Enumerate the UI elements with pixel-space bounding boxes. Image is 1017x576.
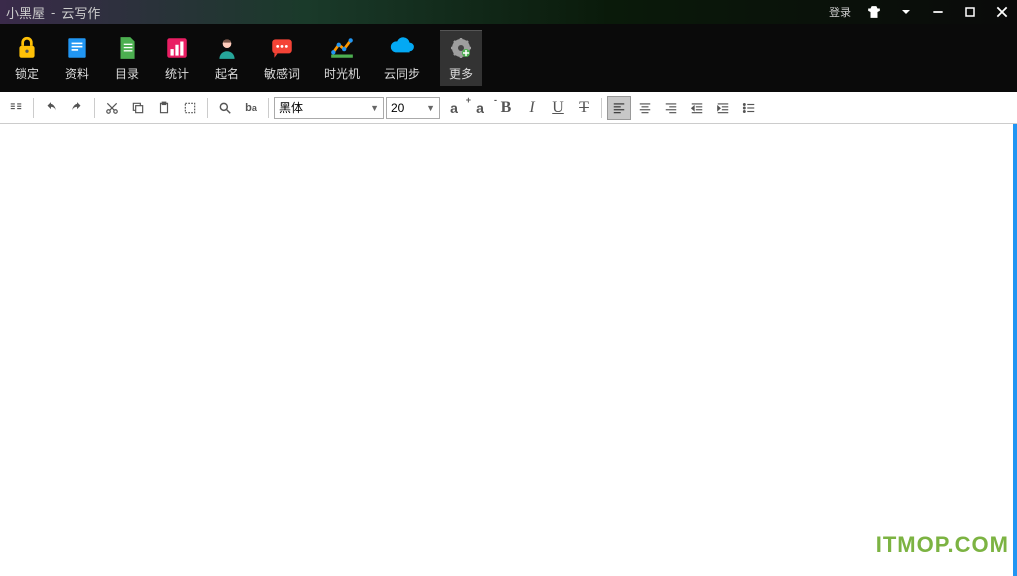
toc-label: 目录 — [115, 65, 139, 82]
font-size-value: 20 — [391, 101, 404, 115]
strikethrough-button[interactable]: T — [572, 96, 596, 120]
replace-button[interactable]: ba — [239, 96, 263, 120]
cloud-icon — [389, 35, 415, 61]
cloud-label: 云同步 — [384, 65, 420, 82]
paste-button[interactable] — [152, 96, 176, 120]
decrease-font-button[interactable]: a- — [468, 96, 492, 120]
select-all-button[interactable] — [178, 96, 202, 120]
titlebar-title: 小黑屋 - 云写作 — [6, 3, 100, 22]
document-icon — [114, 35, 140, 61]
toc-button[interactable]: 目录 — [110, 31, 144, 86]
indent-toggle-button[interactable] — [4, 96, 28, 120]
time-button[interactable]: 时光机 — [320, 31, 364, 86]
bold-button[interactable]: B — [494, 96, 518, 120]
cut-button[interactable] — [100, 96, 124, 120]
watermark: ITMOP.COM — [876, 532, 1009, 558]
more-label: 更多 — [449, 65, 473, 82]
separator — [94, 98, 95, 118]
separator — [33, 98, 34, 118]
cloud-button[interactable]: 云同步 — [380, 31, 424, 86]
title-sep: - — [51, 5, 55, 20]
app-subtitle: 云写作 — [61, 3, 100, 22]
titlebar: 小黑屋 - 云写作 登录 — [0, 0, 1017, 24]
sensitive-button[interactable]: 敏感词 — [260, 31, 304, 86]
lock-button[interactable]: 锁定 — [10, 31, 44, 86]
list-button[interactable] — [737, 96, 761, 120]
login-link[interactable]: 登录 — [829, 4, 851, 20]
naming-button[interactable]: 起名 — [210, 31, 244, 86]
find-button[interactable] — [213, 96, 237, 120]
naming-label: 起名 — [215, 65, 239, 82]
lock-label: 锁定 — [15, 65, 39, 82]
dropdown-icon[interactable] — [897, 3, 915, 21]
chart-icon — [164, 35, 190, 61]
align-right-button[interactable] — [659, 96, 683, 120]
theme-icon[interactable] — [865, 3, 883, 21]
outdent-button[interactable] — [685, 96, 709, 120]
editor-canvas[interactable] — [0, 124, 1017, 576]
stats-button[interactable]: 统计 — [160, 31, 194, 86]
gear-icon — [448, 35, 474, 61]
separator — [207, 98, 208, 118]
sensitive-label: 敏感词 — [264, 65, 300, 82]
format-toolbar: ba 黑体 ▼ 20 ▼ a+ a- B I U T — [0, 92, 1017, 124]
main-toolbar: 锁定 资料 目录 统计 起名 敏感词 时光机 — [0, 24, 1017, 92]
minimize-button[interactable] — [929, 3, 947, 21]
stats-label: 统计 — [165, 65, 189, 82]
lock-icon — [14, 35, 40, 61]
font-family-select[interactable]: 黑体 ▼ — [274, 97, 384, 119]
italic-button[interactable]: I — [520, 96, 544, 120]
font-size-select[interactable]: 20 ▼ — [386, 97, 440, 119]
separator — [268, 98, 269, 118]
align-center-button[interactable] — [633, 96, 657, 120]
graph-icon — [329, 35, 355, 61]
book-icon — [64, 35, 90, 61]
copy-button[interactable] — [126, 96, 150, 120]
more-button[interactable]: 更多 — [440, 30, 482, 86]
indent-button[interactable] — [711, 96, 735, 120]
font-name-value: 黑体 — [279, 99, 303, 116]
titlebar-controls: 登录 — [829, 3, 1011, 21]
maximize-button[interactable] — [961, 3, 979, 21]
increase-font-button[interactable]: a+ — [442, 96, 466, 120]
info-button[interactable]: 资料 — [60, 31, 94, 86]
align-left-button[interactable] — [607, 96, 631, 120]
undo-button[interactable] — [39, 96, 63, 120]
close-button[interactable] — [993, 3, 1011, 21]
person-icon — [214, 35, 240, 61]
separator — [601, 98, 602, 118]
app-name: 小黑屋 — [6, 3, 45, 22]
chevron-down-icon: ▼ — [370, 103, 379, 113]
redo-button[interactable] — [65, 96, 89, 120]
info-label: 资料 — [65, 65, 89, 82]
chevron-down-icon: ▼ — [426, 103, 435, 113]
time-label: 时光机 — [324, 65, 360, 82]
underline-button[interactable]: U — [546, 96, 570, 120]
chat-icon — [269, 35, 295, 61]
